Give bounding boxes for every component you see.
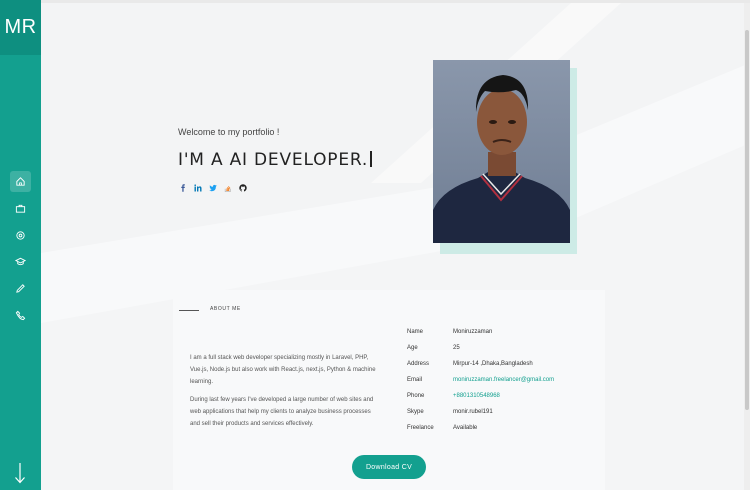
- sidebar-item-contact[interactable]: [10, 305, 31, 326]
- home-icon: [16, 177, 25, 186]
- pencil-icon: [16, 284, 25, 293]
- info-row-email: Email moniruzzaman.freelancer@gmail.com: [407, 377, 554, 393]
- gear-icon: [16, 231, 25, 240]
- bio-paragraph: I am a full stack web developer speciali…: [190, 355, 376, 385]
- info-value: Available: [453, 425, 478, 431]
- info-value: Mirpur-14 ,Dhaka,Bangladesh: [453, 361, 533, 367]
- sidebar-item-home[interactable]: [10, 171, 31, 192]
- briefcase-icon: [15, 204, 26, 213]
- linkedin-icon[interactable]: [194, 184, 202, 192]
- twitter-icon[interactable]: [209, 184, 217, 192]
- scrollbar-thumb[interactable]: [745, 30, 749, 410]
- arrow-down-icon[interactable]: [13, 462, 27, 484]
- personal-info-list: Name Moniruzzaman Age 25 Address Mirpur-…: [407, 329, 554, 441]
- about-section: ABOUT ME I am a full stack web developer…: [173, 290, 605, 490]
- about-divider: [179, 310, 199, 311]
- info-row-address: Address Mirpur-14 ,Dhaka,Bangladesh: [407, 361, 554, 377]
- info-row-freelance: Freelance Available: [407, 425, 554, 441]
- info-key: Phone: [407, 393, 425, 399]
- info-value: monir.rubel191: [453, 409, 493, 415]
- hero-title: I'M A AI DEVELOPER.: [178, 150, 372, 170]
- sidebar-item-portfolio[interactable]: [10, 198, 31, 219]
- logo[interactable]: MR: [0, 0, 41, 55]
- info-value: Moniruzzaman: [453, 329, 493, 335]
- sidebar-item-blog[interactable]: [10, 278, 31, 299]
- phone-icon: [15, 310, 26, 321]
- info-key: Age: [407, 345, 418, 351]
- info-key: Name: [407, 329, 424, 335]
- info-row-age: Age 25: [407, 345, 554, 361]
- about-bio: I am a full stack web developer speciali…: [190, 352, 382, 436]
- stackoverflow-icon[interactable]: [224, 184, 232, 192]
- profile-photo: [433, 60, 570, 243]
- main-content: Welcome to my portfolio ! I'M A AI DEVEL…: [41, 3, 750, 490]
- bio-paragraph: During last few years I've developed a l…: [190, 397, 374, 427]
- hero-title-text: I'M A AI DEVELOPER.: [178, 150, 369, 170]
- sidebar: MR: [0, 0, 41, 490]
- info-key: Skype: [407, 409, 424, 415]
- download-cv-button[interactable]: Download CV: [352, 455, 426, 479]
- info-row-phone: Phone +8801310548968: [407, 393, 554, 409]
- info-key: Email: [407, 377, 423, 383]
- typing-cursor: [370, 151, 372, 167]
- graduation-cap-icon: [15, 257, 26, 266]
- sidebar-item-services[interactable]: [10, 225, 31, 246]
- info-row-skype: Skype monir.rubel191: [407, 409, 554, 425]
- facebook-icon[interactable]: [179, 184, 187, 192]
- phone-link[interactable]: +8801310548968: [453, 393, 500, 399]
- social-links: [179, 184, 247, 192]
- sidebar-item-education[interactable]: [10, 251, 31, 272]
- info-key: Address: [407, 361, 430, 367]
- info-key: Freelance: [407, 425, 434, 431]
- about-heading: ABOUT ME: [210, 306, 241, 312]
- email-link[interactable]: moniruzzaman.freelancer@gmail.com: [453, 377, 554, 383]
- info-row-name: Name Moniruzzaman: [407, 329, 554, 345]
- github-icon[interactable]: [239, 184, 247, 192]
- hero-greeting: Welcome to my portfolio !: [178, 127, 280, 137]
- info-value: 25: [453, 345, 460, 351]
